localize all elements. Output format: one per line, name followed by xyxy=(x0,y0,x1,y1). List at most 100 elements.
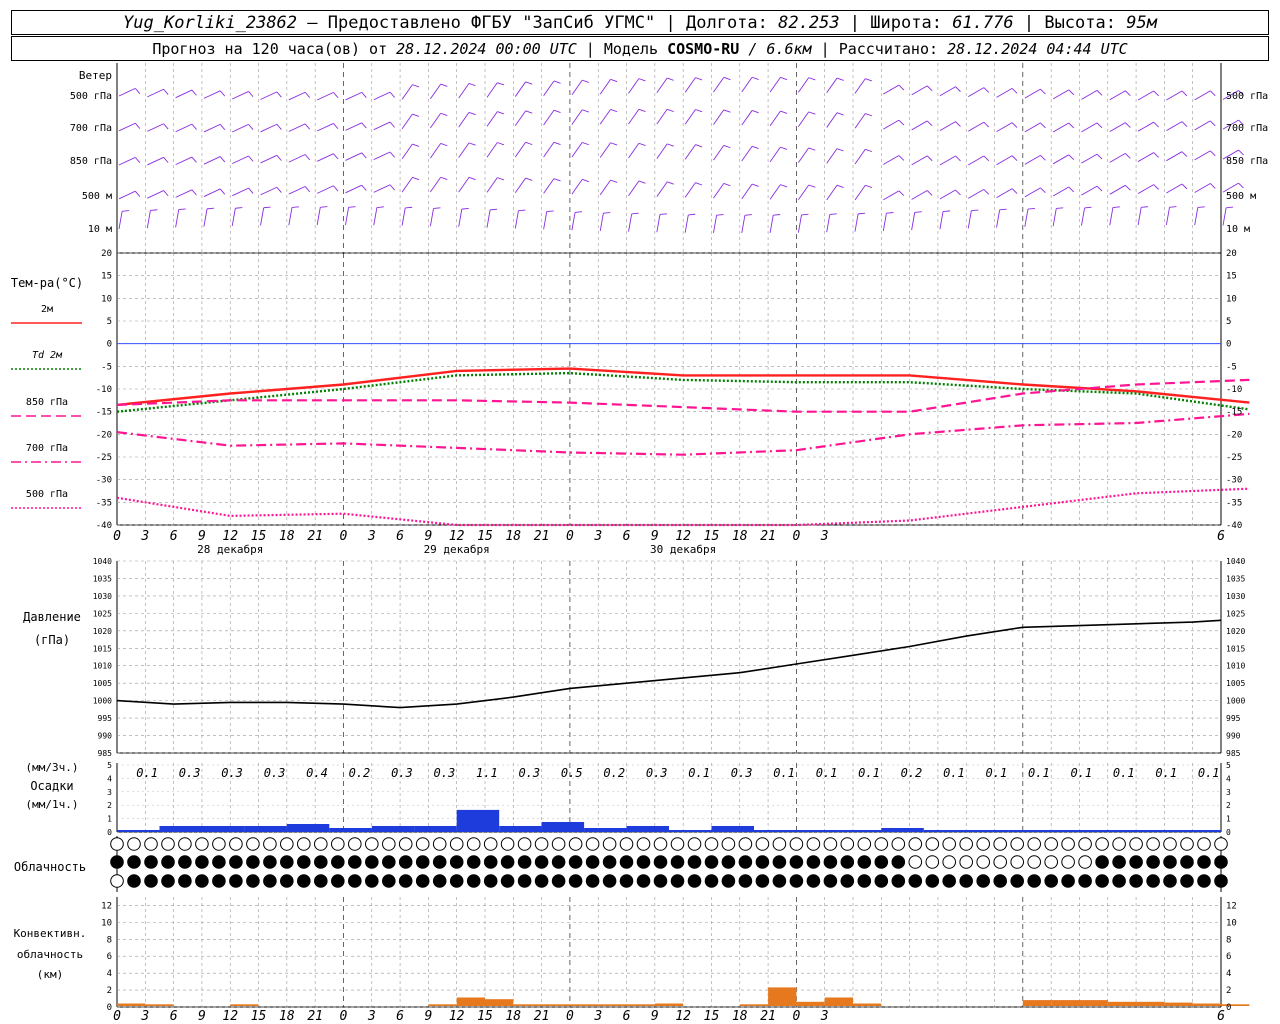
convective-cloud-bar xyxy=(541,1004,570,1006)
precip-bar xyxy=(838,830,882,832)
cloud-cover-symbol xyxy=(229,855,243,869)
wind-barb xyxy=(175,123,193,133)
pressure-tick-label: 1040 xyxy=(93,557,112,566)
cloud-cover-symbol xyxy=(1197,837,1211,851)
wind-barb xyxy=(656,181,668,197)
wind-barb-feather xyxy=(667,181,674,185)
cloud-cover-symbol xyxy=(891,855,906,869)
wind-barb-feather xyxy=(163,123,169,130)
hour-tick-label: 0 xyxy=(566,529,574,544)
wind-barb xyxy=(316,91,334,101)
cloud-cover-symbol xyxy=(314,874,328,888)
hour-tick-label: 9 xyxy=(198,529,206,544)
wind-barb xyxy=(373,184,391,193)
pressure-tick-label: 1020 xyxy=(1226,627,1245,636)
wind-barb-feather xyxy=(497,82,505,86)
precip-bar xyxy=(541,822,585,832)
precip-tick-label: 2 xyxy=(107,801,112,810)
wind-barb xyxy=(628,78,640,94)
wind-barb xyxy=(260,186,278,196)
wind-barb-feather xyxy=(405,206,413,209)
cloud-cover-symbol xyxy=(500,874,515,888)
wind-barb-feather xyxy=(898,190,905,197)
hour-tick-label: 3 xyxy=(820,529,829,544)
wind-barb-feather xyxy=(1056,207,1064,209)
wind-barb-feather xyxy=(926,155,933,162)
wind-barb xyxy=(684,214,689,233)
wind-barb xyxy=(543,178,555,194)
cloud-cover-symbol xyxy=(908,855,923,869)
wind-barb xyxy=(486,177,498,193)
conv-tick-label: 4 xyxy=(1226,969,1231,979)
wind-barb xyxy=(628,109,640,125)
wind-barb xyxy=(968,87,985,97)
precip-bar xyxy=(1136,830,1179,832)
precip-bar xyxy=(626,826,669,832)
precip-bar xyxy=(1008,830,1052,832)
wind-barb-feather xyxy=(276,155,282,161)
wind-barb-feather xyxy=(610,78,618,83)
wind-barb xyxy=(1194,90,1211,101)
cloud-cover-symbol xyxy=(1129,837,1143,851)
cloud-cover-symbol xyxy=(314,837,328,851)
temp-tick-label: 10 xyxy=(101,294,112,304)
cloud-cover-symbol xyxy=(806,874,821,888)
day-label: 29 декабря xyxy=(424,543,490,556)
wind-barb-feather xyxy=(1209,90,1216,97)
wind-barb-feather xyxy=(780,76,788,81)
wind-barb-feather xyxy=(926,190,933,196)
wind-barb xyxy=(514,210,519,229)
cloud-cover-symbol xyxy=(263,874,277,888)
wind-barb xyxy=(911,85,928,96)
wind-barb-feather xyxy=(553,141,561,146)
cloud-cover-symbol xyxy=(976,855,991,869)
precip-bar xyxy=(329,828,372,832)
cloud-cover-symbol xyxy=(500,837,515,851)
cloud-cover-symbol xyxy=(1163,874,1177,888)
wind-barb xyxy=(883,190,900,201)
wind-barb-feather xyxy=(780,110,788,114)
wind-barb-feather xyxy=(1125,90,1131,96)
hour-tick-label: 12 xyxy=(449,529,465,544)
cloud-cover-symbol xyxy=(127,855,141,869)
convective-cloud-bar xyxy=(117,1003,146,1006)
cloud-cover-symbol xyxy=(874,837,889,851)
wind-barb-feather xyxy=(191,89,197,96)
cloud-cover-symbol xyxy=(195,874,209,888)
wind-barb xyxy=(514,110,527,126)
hour-tick-label: 21 xyxy=(534,529,550,544)
cloud-cover-symbol xyxy=(840,837,855,851)
precip-tick-label: 0 xyxy=(107,828,112,837)
cloud-cover-symbol xyxy=(127,837,141,851)
temp-tick-label: -10 xyxy=(96,385,112,395)
cloud-cover-symbol xyxy=(755,874,770,888)
wind-barb-feather xyxy=(582,109,589,113)
wind-barb xyxy=(175,209,180,228)
precip-3h-total: 0.1 xyxy=(136,766,158,780)
wind-barb-feather xyxy=(412,84,420,88)
wind-barb xyxy=(373,91,391,101)
cloud-cover-symbol xyxy=(1163,837,1177,851)
temp-tick-label: 10 xyxy=(1226,294,1237,304)
wind-barb-feather xyxy=(304,91,311,98)
cloud-cover-symbol xyxy=(1061,855,1075,869)
conv-tick-label: 8 xyxy=(107,935,112,945)
conv-tick-label: 8 xyxy=(1226,935,1231,945)
cloud-cover-symbol xyxy=(585,837,600,851)
cloud-cover-symbol xyxy=(398,855,413,869)
wind-barb-feather xyxy=(808,111,816,115)
cloud-cover-symbol xyxy=(127,874,141,888)
cloud-cover-symbol xyxy=(1027,874,1041,888)
cloud-cover-symbol xyxy=(1146,837,1160,851)
wind-barb-feather xyxy=(461,207,469,210)
conv-unit: (км) xyxy=(37,968,64,981)
wind-barb xyxy=(203,188,221,197)
cloud-cover-symbol xyxy=(857,874,872,888)
temp-legend-label: 700 гПа xyxy=(26,443,68,454)
temp-legend-label: 850 гПа xyxy=(26,397,68,408)
wind-barb xyxy=(1024,209,1029,227)
cloud-cover-symbol xyxy=(144,874,158,888)
cloud-cover-symbol xyxy=(280,874,294,888)
wind-barb xyxy=(1109,90,1126,101)
temp-title: Тем-ра(°С) xyxy=(11,276,83,290)
